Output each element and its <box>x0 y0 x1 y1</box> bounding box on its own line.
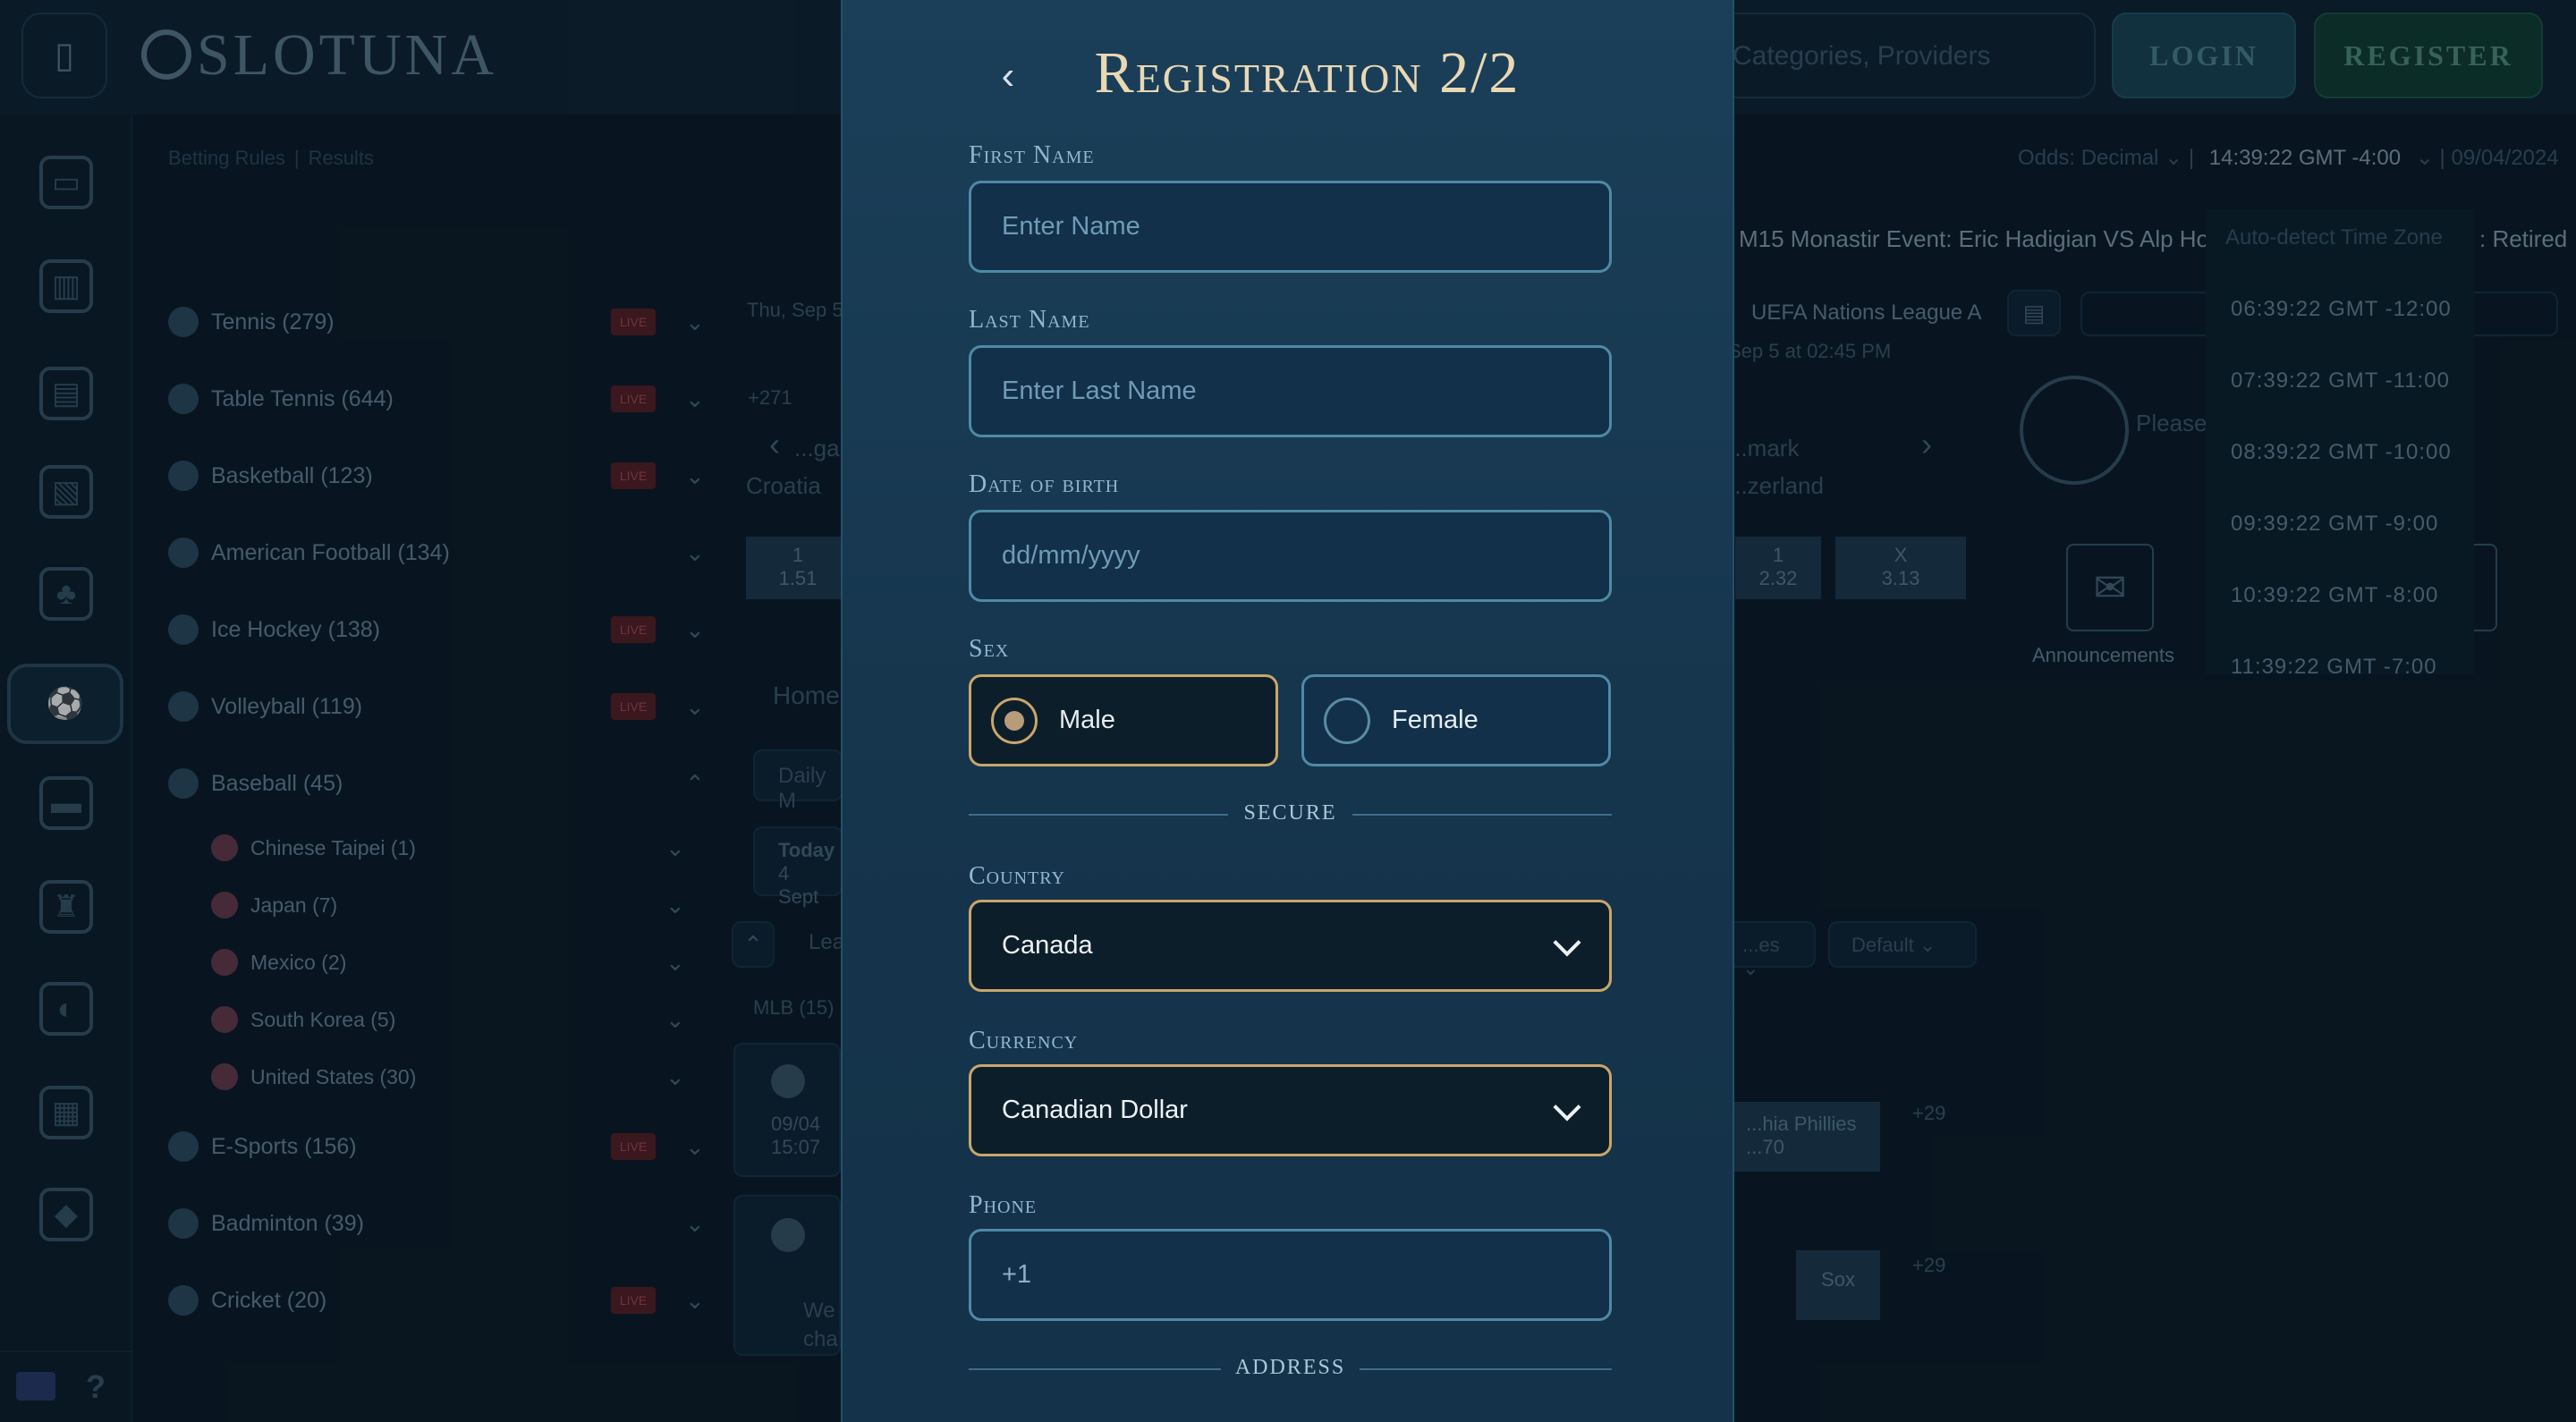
dob-label: Date of birth <box>969 470 1120 498</box>
last-name-label: Last Name <box>969 306 1090 334</box>
secure-divider-label: SECURE <box>1243 801 1337 825</box>
country-value: Canada <box>1002 931 1093 960</box>
country-select[interactable]: Canada <box>969 900 1612 992</box>
country-label: Country <box>969 862 1065 890</box>
first-name-field[interactable]: Enter Name <box>969 181 1612 273</box>
last-name-placeholder: Enter Last Name <box>1002 377 1197 405</box>
phone-field[interactable]: +1 <box>969 1229 1612 1321</box>
registration-modal: ‹ Registration 2/2 First Name Enter Name… <box>841 0 1734 1422</box>
sex-option-label: Male <box>1059 706 1115 734</box>
first-name-placeholder: Enter Name <box>1002 212 1140 241</box>
secure-divider: SECURE <box>969 801 1612 828</box>
first-name-label: First Name <box>969 141 1095 169</box>
phone-prefix: +1 <box>1002 1260 1032 1289</box>
sex-label: Sex <box>969 635 1010 663</box>
currency-value: Canadian Dollar <box>1002 1096 1188 1124</box>
modal-title: Registration 2/2 <box>1094 40 1521 106</box>
radio-selected-icon[interactable] <box>991 697 1038 744</box>
address-divider: ADDRESS <box>969 1356 1612 1383</box>
sex-option-male[interactable]: Male <box>969 674 1278 766</box>
currency-label: Currency <box>969 1027 1079 1054</box>
dob-placeholder: dd/mm/yyyy <box>1002 541 1140 570</box>
currency-select[interactable]: Canadian Dollar <box>969 1064 1612 1156</box>
chevron-down-icon[interactable] <box>1553 1093 1581 1122</box>
sex-option-female[interactable]: Female <box>1301 674 1611 766</box>
radio-unselected-icon[interactable] <box>1324 697 1370 744</box>
phone-label: Phone <box>969 1191 1038 1219</box>
last-name-field[interactable]: Enter Last Name <box>969 345 1612 437</box>
sex-option-label: Female <box>1392 706 1479 734</box>
dob-field[interactable]: dd/mm/yyyy <box>969 510 1612 602</box>
chevron-down-icon[interactable] <box>1553 928 1581 957</box>
address-divider-label: ADDRESS <box>1234 1356 1346 1379</box>
